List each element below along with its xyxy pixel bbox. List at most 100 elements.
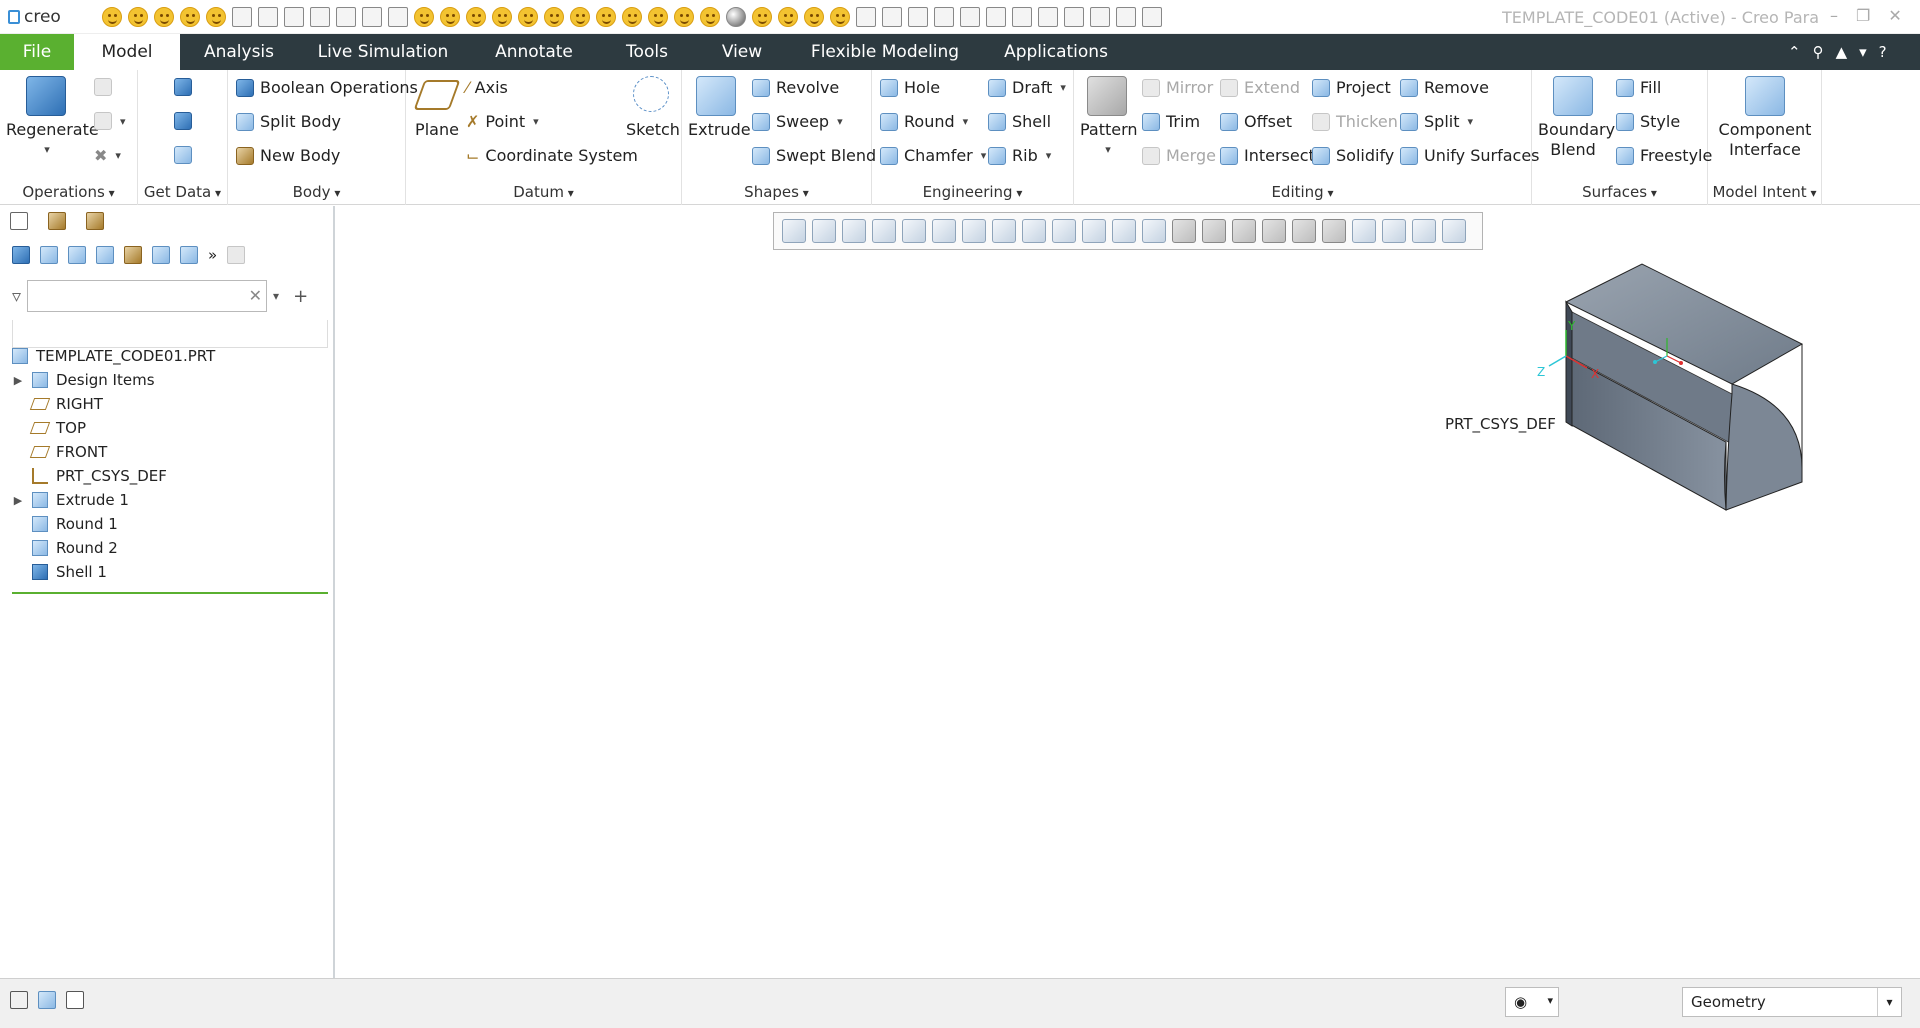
- expand-icon[interactable]: ▶: [12, 494, 24, 507]
- note-icon[interactable]: [1142, 7, 1162, 27]
- show-icon[interactable]: [12, 246, 30, 264]
- tree-item[interactable]: Round 1: [12, 512, 118, 536]
- extrude-button[interactable]: Extrude: [688, 76, 751, 140]
- offset-button[interactable]: Offset: [1220, 112, 1292, 131]
- clear-search-icon[interactable]: ✕: [249, 286, 262, 305]
- smile-icon[interactable]: [596, 7, 616, 27]
- smile-icon[interactable]: [206, 7, 226, 27]
- tree-item[interactable]: FRONT: [12, 440, 107, 464]
- tab-file[interactable]: File: [0, 34, 74, 70]
- tree-item[interactable]: ▶ Design Items: [12, 368, 155, 392]
- plane-button[interactable]: Plane: [412, 80, 462, 140]
- maximize-icon[interactable]: ❐: [1856, 6, 1870, 25]
- pattern-button[interactable]: Pattern ▾: [1080, 76, 1138, 160]
- search-dropdown-icon[interactable]: ▾: [273, 289, 279, 303]
- split-body-button[interactable]: Split Body: [236, 112, 341, 131]
- hat-icon[interactable]: ▲: [1836, 43, 1848, 61]
- round-button[interactable]: Round ▾: [880, 112, 968, 131]
- find-button[interactable]: ◉ ▾: [1505, 987, 1559, 1017]
- paste-button[interactable]: ▾: [94, 112, 126, 130]
- new-file-icon[interactable]: [232, 7, 252, 27]
- point-button[interactable]: ✗ Point ▾: [466, 112, 539, 131]
- model-intent-group-label[interactable]: Model Intent: [1708, 183, 1821, 201]
- coordinate-system-button[interactable]: ⌙ Coordinate System: [466, 146, 638, 165]
- chamfer-button[interactable]: Chamfer ▾: [880, 146, 986, 165]
- operations-group-label[interactable]: Operations: [0, 183, 137, 201]
- analysis-icon[interactable]: [934, 7, 954, 27]
- solidify-button[interactable]: Solidify: [1312, 146, 1394, 165]
- insert-here-indicator[interactable]: [12, 592, 328, 594]
- tab-tools[interactable]: Tools: [606, 34, 688, 70]
- folder-icon[interactable]: [388, 7, 408, 27]
- style-button[interactable]: Style: [1616, 112, 1680, 131]
- intersect-button[interactable]: Intersect: [1220, 146, 1315, 165]
- shrinkwrap-button[interactable]: [174, 146, 192, 164]
- sweep-button[interactable]: Sweep ▾: [752, 112, 843, 131]
- rib-button[interactable]: Rib ▾: [988, 146, 1051, 165]
- editing-group-label[interactable]: Editing: [1074, 183, 1531, 201]
- tree-columns-icon[interactable]: [68, 246, 86, 264]
- tree-filter-settings-icon[interactable]: [124, 246, 142, 264]
- regenerate-button[interactable]: Regenerate ▾: [6, 76, 99, 160]
- sphere-icon[interactable]: [726, 7, 746, 27]
- tree-table-icon[interactable]: [96, 246, 114, 264]
- smile-icon[interactable]: [440, 7, 460, 27]
- smile-icon[interactable]: [102, 7, 122, 27]
- delete-button[interactable]: ✖ ▾: [94, 146, 121, 165]
- user-defined-feature-button[interactable]: [174, 78, 192, 96]
- regen-icon[interactable]: [986, 7, 1006, 27]
- shapes-group-label[interactable]: Shapes: [682, 183, 871, 201]
- selection-filter-dropdown[interactable]: Geometry ▾: [1682, 987, 1902, 1017]
- add-filter-icon[interactable]: +: [293, 286, 308, 307]
- more-icon[interactable]: »: [208, 246, 217, 264]
- full-screen-icon[interactable]: [66, 991, 84, 1009]
- smile-icon[interactable]: [518, 7, 538, 27]
- copy-button[interactable]: [94, 78, 112, 96]
- csys-label[interactable]: PRT_CSYS_DEF: [1445, 415, 1556, 433]
- split-button[interactable]: Split ▾: [1400, 112, 1473, 131]
- tab-view[interactable]: View: [704, 34, 780, 70]
- smile-icon[interactable]: [622, 7, 642, 27]
- fill-button[interactable]: Fill: [1616, 78, 1661, 97]
- boundary-blend-button[interactable]: Boundary Blend: [1538, 76, 1615, 160]
- smile-icon[interactable]: [830, 7, 850, 27]
- smile-icon[interactable]: [414, 7, 434, 27]
- get-data-group-label[interactable]: Get Data: [138, 183, 227, 201]
- smile-icon[interactable]: [700, 7, 720, 27]
- close-window-icon[interactable]: ✕: [1888, 6, 1901, 25]
- tab-model[interactable]: Model: [74, 34, 180, 70]
- tree-item[interactable]: RIGHT: [12, 392, 103, 416]
- filter-icon[interactable]: ▿: [12, 286, 21, 307]
- tree-search-input[interactable]: [28, 281, 245, 311]
- folder-browser-tab-icon[interactable]: [48, 212, 66, 230]
- curve-icon[interactable]: [908, 7, 928, 27]
- redo-icon[interactable]: [1038, 7, 1058, 27]
- open-file-icon[interactable]: [258, 7, 278, 27]
- sketch-button[interactable]: Sketch: [626, 76, 680, 140]
- tree-list-icon[interactable]: [40, 246, 58, 264]
- favorites-tab-icon[interactable]: [86, 212, 104, 230]
- body-group-label[interactable]: Body: [228, 183, 405, 201]
- datum-group-label[interactable]: Datum: [406, 183, 681, 201]
- smile-icon[interactable]: [544, 7, 564, 27]
- tree-settings-icon[interactable]: [152, 246, 170, 264]
- tree-item[interactable]: Round 2: [12, 536, 118, 560]
- smile-icon[interactable]: [752, 7, 772, 27]
- tree-item[interactable]: Shell 1: [12, 560, 107, 584]
- minimize-icon[interactable]: –: [1830, 6, 1838, 25]
- collapse-ribbon-icon[interactable]: ⌃: [1788, 43, 1801, 61]
- extend-button[interactable]: Extend: [1220, 78, 1300, 97]
- print-icon[interactable]: [336, 7, 356, 27]
- browser-toggle-icon[interactable]: [38, 991, 56, 1009]
- swept-blend-button[interactable]: Swept Blend: [752, 146, 876, 165]
- boolean-operations-button[interactable]: Boolean Operations: [236, 78, 418, 97]
- close-icon[interactable]: [1090, 7, 1110, 27]
- smile-icon[interactable]: [778, 7, 798, 27]
- part-model[interactable]: [1548, 263, 1804, 511]
- thicken-button[interactable]: Thicken: [1312, 112, 1398, 131]
- trim-button[interactable]: Trim: [1142, 112, 1200, 131]
- tree-root[interactable]: TEMPLATE_CODE01.PRT: [12, 344, 215, 368]
- notes-icon[interactable]: [227, 246, 246, 264]
- unify-surfaces-button[interactable]: Unify Surfaces: [1400, 146, 1540, 165]
- smile-icon[interactable]: [492, 7, 512, 27]
